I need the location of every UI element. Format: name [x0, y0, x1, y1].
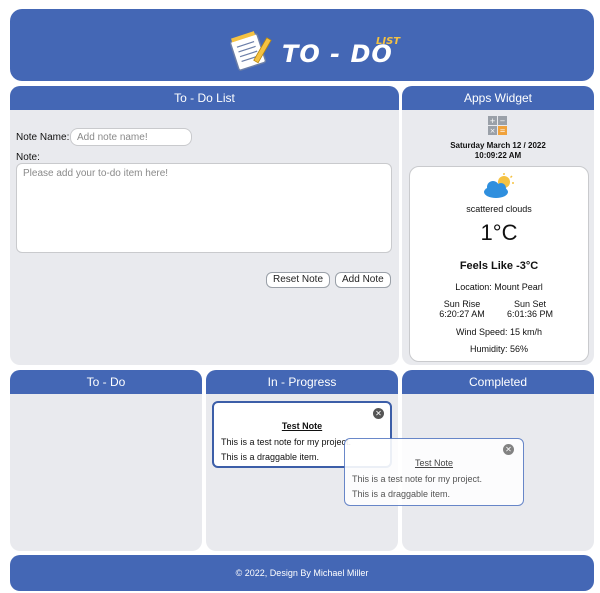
weather-description: scattered clouds [466, 204, 532, 214]
todo-form-title: To - Do List [10, 86, 399, 110]
svg-text:=: = [500, 127, 506, 135]
note-line-1: This is a test note for my project. [221, 437, 352, 447]
note-line-2: This is a draggable item. [352, 489, 451, 499]
widget-title: Apps Widget [402, 86, 594, 110]
app-header: TO - DO LIST [10, 9, 594, 81]
partly-cloudy-icon [484, 173, 514, 198]
date-text: Saturday March 12 / 2022 [450, 141, 546, 150]
temperature: 1°C [480, 220, 518, 245]
note-textarea[interactable] [16, 163, 392, 253]
todo-form-panel: To - Do List Note Name: Note: Reset Note… [10, 86, 399, 365]
note-line-2: This is a draggable item. [221, 452, 320, 462]
humidity: Humidity: 56% [469, 344, 529, 354]
note-title: Test Note [414, 458, 454, 468]
feels-like: Feels Like -3°C [459, 260, 539, 272]
note-title: Test Note [281, 421, 323, 431]
sunset-time: 6:01:36 PM [506, 309, 554, 319]
sunrise-time: 6:20:27 AM [439, 309, 485, 319]
sunrise-label: Sun Rise [443, 299, 481, 309]
todo-column[interactable]: To - Do [10, 370, 202, 551]
location: Location: Mount Pearl [455, 282, 543, 292]
svg-text:×: × [490, 127, 496, 135]
sunset: Sun Set 6:01:36 PM [498, 299, 562, 319]
completed-column-title: Completed [402, 370, 594, 394]
note-name-label: Note Name: [16, 132, 70, 143]
sunset-label: Sun Set [513, 299, 547, 309]
close-icon[interactable]: ✕ [503, 444, 514, 455]
notepad-pencil-icon [230, 31, 272, 71]
todo-column-title: To - Do [10, 370, 202, 394]
reset-note-button[interactable]: Reset Note [266, 272, 331, 288]
footer: © 2022, Design By Michael Miller [10, 555, 594, 591]
note-label: Note: [16, 152, 40, 163]
footer-text: © 2022, Design By Michael Miller [235, 568, 369, 578]
date-time: Saturday March 12 / 2022 10:09:22 AM [402, 141, 594, 161]
apps-widget-panel: Apps Widget + − × = Saturday March 12 / … [402, 86, 594, 365]
close-icon[interactable]: ✕ [373, 408, 384, 419]
calculator-icon[interactable]: + − × = [488, 116, 508, 136]
svg-text:+: + [490, 117, 496, 125]
dragging-note-card[interactable]: ✕ Test Note This is a test note for my p… [344, 438, 524, 506]
svg-text:−: − [500, 117, 506, 125]
time-text: 10:09:22 AM [474, 151, 522, 160]
add-note-button[interactable]: Add Note [335, 272, 391, 288]
sunrise: Sun Rise 6:20:27 AM [432, 299, 492, 319]
in-progress-column-title: In - Progress [206, 370, 398, 394]
note-name-input[interactable] [70, 128, 192, 146]
note-line-1: This is a test note for my project. [352, 474, 483, 484]
wind-speed: Wind Speed: 15 km/h [455, 327, 543, 337]
logo-subtitle: LIST [376, 36, 401, 47]
weather-card: scattered clouds 1°C Feels Like -3°C Loc… [409, 166, 589, 362]
